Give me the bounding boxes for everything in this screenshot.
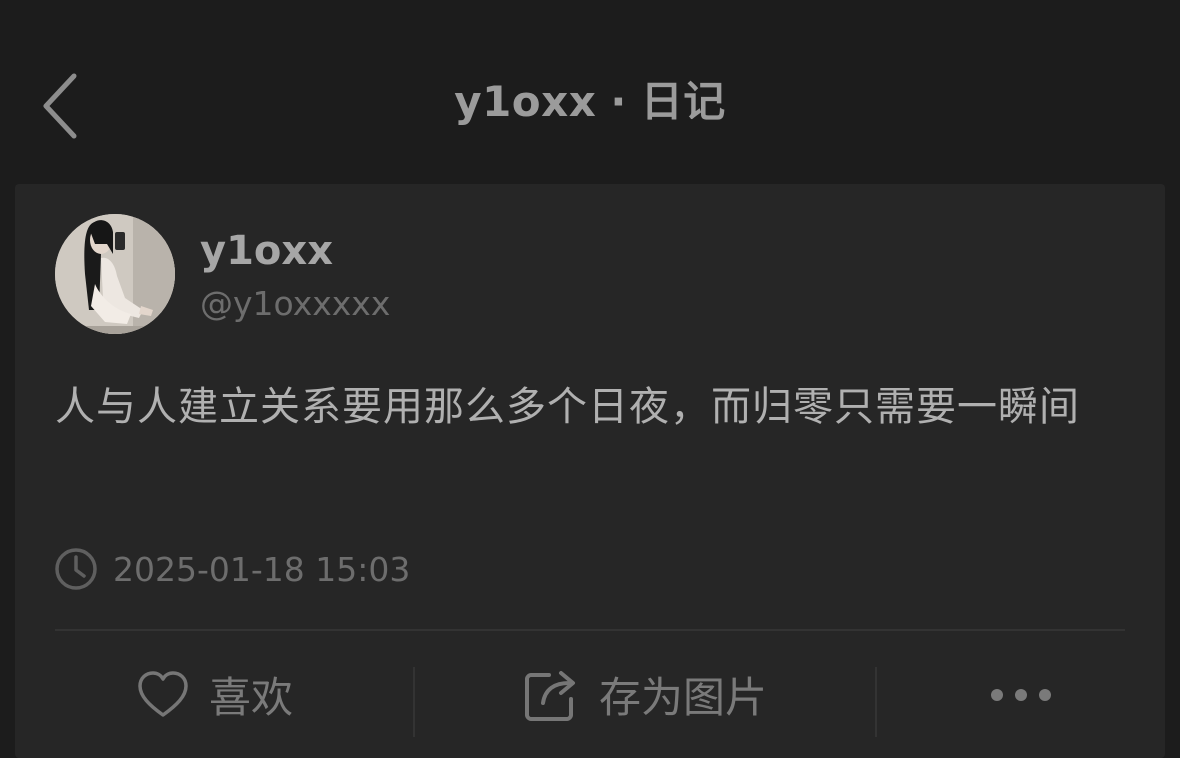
avatar-photo: [55, 214, 175, 334]
timestamp-row: 2025-01-18 15:03: [53, 546, 410, 592]
header-section: 日记: [640, 77, 726, 126]
avatar[interactable]: [55, 214, 175, 334]
author-handle: @y1oxxxxx: [200, 284, 391, 323]
like-label: 喜欢: [208, 673, 293, 722]
top-bar: y1oxx · 日记: [0, 0, 1180, 184]
share-icon: [523, 667, 581, 723]
post-card: y1oxx @y1oxxxxx 人与人建立关系要用那么多个日夜，而归零只需要一瞬…: [15, 184, 1165, 758]
author-display-name[interactable]: y1oxx: [200, 226, 333, 276]
like-button[interactable]: 喜欢: [15, 631, 413, 758]
more-button[interactable]: [877, 631, 1165, 758]
page-title: y1oxx · 日记: [0, 72, 1180, 132]
post-text: 人与人建立关系要用那么多个日夜，而归零只需要一瞬间: [55, 384, 1080, 430]
heart-icon: [135, 669, 191, 721]
header-username: y1oxx: [454, 77, 597, 126]
save-as-image-label: 存为图片: [598, 673, 767, 722]
more-dots-icon: [989, 687, 1053, 703]
save-as-image-button[interactable]: 存为图片: [415, 631, 875, 758]
post-timestamp: 2025-01-18 15:03: [113, 549, 411, 589]
diary-post-screen: y1oxx · 日记 y1oxx @y1oxxxxx 人与人建立关系要用那么多个日夜…: [0, 0, 1180, 758]
header-separator: ·: [610, 77, 627, 126]
clock-icon: [53, 546, 99, 592]
action-bar: 喜欢 存为图片: [15, 631, 1165, 758]
